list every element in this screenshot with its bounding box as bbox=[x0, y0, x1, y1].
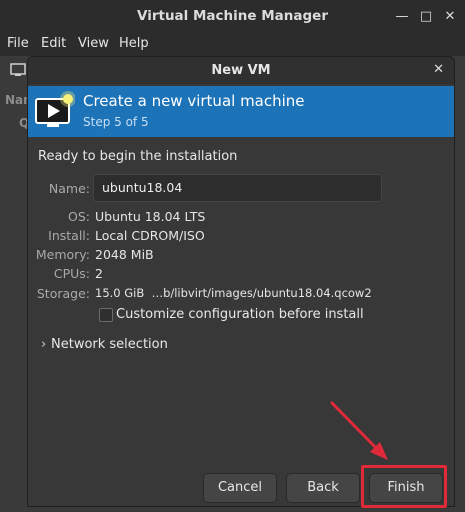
install-value: Local CDROM/ISO bbox=[95, 228, 205, 243]
customize-checkbox[interactable] bbox=[99, 308, 113, 322]
chevron-right-icon: › bbox=[41, 337, 47, 352]
ready-text: Ready to begin the installation bbox=[38, 149, 238, 164]
network-selection-expander[interactable]: › Network selection bbox=[41, 337, 168, 352]
menu-view[interactable]: View bbox=[78, 36, 109, 51]
maximize-icon[interactable]: □ bbox=[418, 9, 434, 25]
minimize-icon[interactable]: — bbox=[394, 9, 410, 25]
dialog-close-icon[interactable]: ✕ bbox=[433, 62, 444, 77]
banner-title: Create a new virtual machine bbox=[83, 92, 305, 110]
finish-highlight-box bbox=[361, 465, 447, 508]
storage-label: Storage: bbox=[36, 286, 90, 301]
dialog-title: New VM bbox=[211, 63, 271, 78]
menubar: File Edit View Help bbox=[0, 34, 465, 56]
main-titlebar: Virtual Machine Manager — □ ✕ bbox=[0, 0, 465, 34]
cpus-value: 2 bbox=[95, 266, 103, 281]
menu-edit[interactable]: Edit bbox=[41, 36, 66, 51]
cancel-button[interactable]: Cancel bbox=[203, 473, 277, 503]
install-label: Install: bbox=[48, 228, 90, 243]
new-vm-toolbar-icon[interactable] bbox=[10, 63, 26, 77]
memory-value: 2048 MiB bbox=[95, 247, 154, 262]
dialog-titlebar: New VM ✕ bbox=[28, 57, 454, 84]
back-button[interactable]: Back bbox=[286, 473, 360, 503]
cpus-label: CPUs: bbox=[53, 266, 90, 281]
new-vm-dialog: New VM ✕ Create a new virtual machine St… bbox=[27, 56, 455, 507]
menu-file[interactable]: File bbox=[7, 36, 29, 51]
menu-help[interactable]: Help bbox=[119, 36, 149, 51]
customize-label[interactable]: Customize configuration before install bbox=[116, 307, 364, 322]
close-icon[interactable]: ✕ bbox=[442, 9, 458, 25]
banner-step: Step 5 of 5 bbox=[83, 115, 149, 129]
network-selection-label: Network selection bbox=[51, 337, 168, 352]
memory-label: Memory: bbox=[35, 247, 90, 262]
os-label: OS: bbox=[68, 209, 90, 224]
name-input[interactable]: ubuntu18.04 bbox=[93, 174, 382, 202]
dialog-banner: Create a new virtual machine Step 5 of 5 bbox=[28, 86, 454, 137]
name-label: Name: bbox=[48, 181, 90, 196]
os-value: Ubuntu 18.04 LTS bbox=[95, 209, 206, 224]
monitor-play-icon bbox=[35, 91, 75, 127]
storage-value: 15.0 GiB …b/libvirt/images/ubuntu18.04.q… bbox=[95, 286, 372, 300]
